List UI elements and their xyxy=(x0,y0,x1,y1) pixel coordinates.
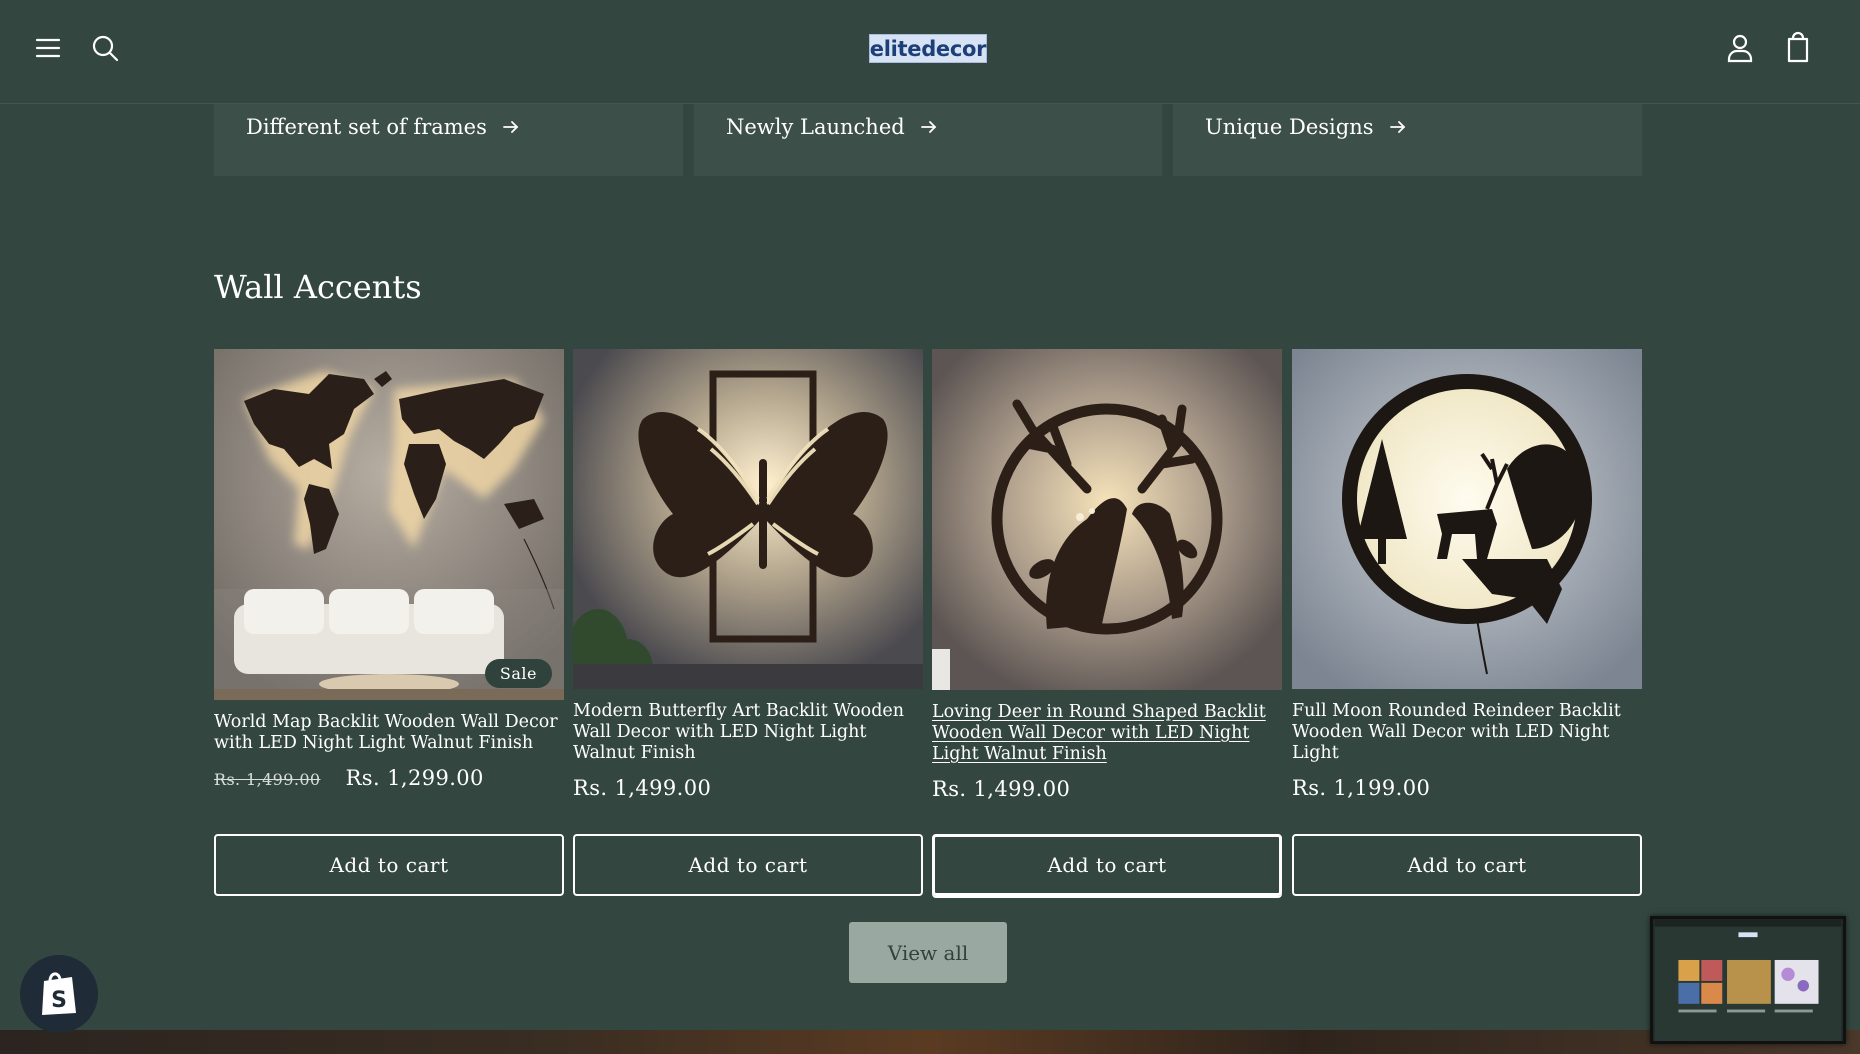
product-title[interactable]: Full Moon Rounded Reindeer Backlit Woode… xyxy=(1292,701,1642,764)
product-image-full-moon-reindeer[interactable] xyxy=(1292,349,1642,689)
price-row: Rs. 1,499.00 xyxy=(932,777,1282,801)
menu-icon[interactable] xyxy=(28,28,68,68)
sale-badge: Sale xyxy=(484,659,552,688)
site-logo[interactable]: elitedecor xyxy=(869,34,987,63)
collection-label: Different set of frames xyxy=(246,115,487,139)
price-row: Rs. 1,499.00 xyxy=(573,776,923,800)
collection-link: Different set of frames xyxy=(246,115,521,139)
account-icon[interactable] xyxy=(1720,28,1760,68)
section-title: Wall Accents xyxy=(214,268,422,306)
arrow-right-icon xyxy=(919,117,939,137)
product-image-loving-deer[interactable] xyxy=(932,349,1282,690)
add-to-cart-button[interactable]: Add to cart xyxy=(214,834,564,896)
view-all-button[interactable]: View all xyxy=(849,922,1007,983)
page-preview-thumbnail[interactable] xyxy=(1650,916,1846,1044)
price-row: Rs. 1,199.00 xyxy=(1292,776,1642,800)
svg-text:S: S xyxy=(51,988,67,1013)
product-title[interactable]: World Map Backlit Wooden Wall Decor with… xyxy=(214,712,564,754)
collection-link: Newly Launched xyxy=(726,115,939,139)
collection-label: Newly Launched xyxy=(726,115,905,139)
collection-label: Unique Designs xyxy=(1205,115,1374,139)
search-icon[interactable] xyxy=(85,28,125,68)
product-card: Modern Butterfly Art Backlit Wooden Wall… xyxy=(573,349,923,800)
add-to-cart-button[interactable]: Add to cart xyxy=(1292,834,1642,896)
price: Rs. 1,199.00 xyxy=(1292,776,1431,800)
price-row: Rs. 1,499.00 Rs. 1,299.00 xyxy=(214,766,564,790)
product-title[interactable]: Loving Deer in Round Shaped Backlit Wood… xyxy=(932,702,1282,765)
collection-link: Unique Designs xyxy=(1205,115,1408,139)
price: Rs. 1,499.00 xyxy=(932,777,1071,801)
next-section-banner xyxy=(0,1030,1860,1054)
product-card: Full Moon Rounded Reindeer Backlit Woode… xyxy=(1292,349,1642,800)
shop-app-icon[interactable]: S xyxy=(20,955,98,1033)
price: Rs. 1,499.00 xyxy=(573,776,712,800)
add-to-cart-button[interactable]: Add to cart xyxy=(932,834,1282,896)
add-to-cart-button[interactable]: Add to cart xyxy=(573,834,923,896)
arrow-right-icon xyxy=(501,117,521,137)
product-card: Loving Deer in Round Shaped Backlit Wood… xyxy=(932,349,1282,801)
site-header: elitedecor xyxy=(0,0,1860,104)
collection-card-unique-designs[interactable]: Unique Designs xyxy=(1173,104,1642,176)
product-card: Sale World Map Backlit Wooden Wall Decor… xyxy=(214,349,564,790)
product-image-world-map[interactable]: Sale xyxy=(214,349,564,700)
product-title[interactable]: Modern Butterfly Art Backlit Wooden Wall… xyxy=(573,701,923,764)
arrow-right-icon xyxy=(1388,117,1408,137)
collection-card-frames[interactable]: Different set of frames xyxy=(214,104,683,176)
cart-icon[interactable] xyxy=(1778,28,1818,68)
regular-price: Rs. 1,499.00 xyxy=(214,770,321,789)
collection-card-newly-launched[interactable]: Newly Launched xyxy=(694,104,1162,176)
sale-price: Rs. 1,299.00 xyxy=(345,766,484,790)
product-image-butterfly[interactable] xyxy=(573,349,923,689)
